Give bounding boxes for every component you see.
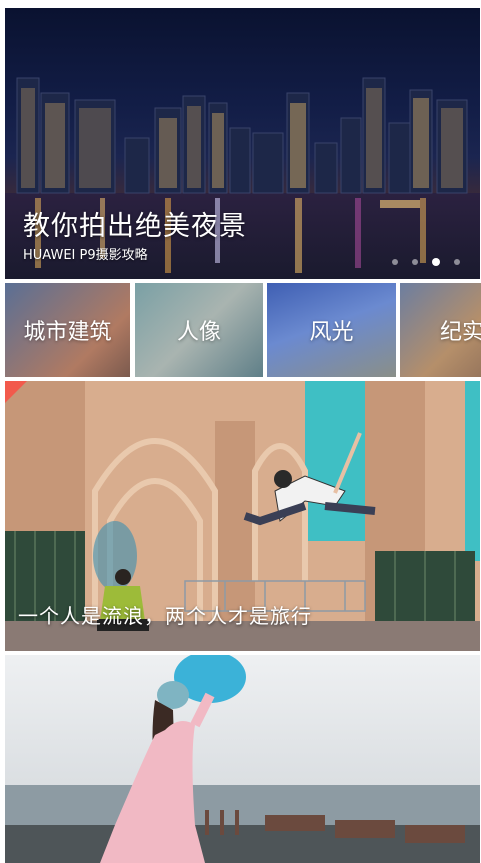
hot-badge	[5, 381, 27, 403]
carousel-dot[interactable]	[454, 259, 460, 265]
hero-title: 教你拍出绝美夜景	[23, 211, 247, 242]
seaside-photo	[5, 655, 480, 863]
card-caption: 一个人是流浪，两个人才是旅行	[18, 604, 312, 628]
carousel-dot[interactable]	[392, 259, 398, 265]
hero-banner[interactable]: 教你拍出绝美夜景 HUAWEI P9摄影攻略	[5, 8, 480, 279]
category-strip: 城市建筑 人像 风光 纪实	[5, 283, 481, 377]
category-label: 纪实	[440, 320, 481, 345]
category-city-architecture[interactable]: 城市建筑	[5, 283, 130, 377]
category-label: 城市建筑	[23, 320, 112, 345]
category-landscape[interactable]: 风光	[267, 283, 396, 377]
featured-card[interactable]	[5, 655, 480, 863]
category-portrait[interactable]: 人像	[135, 283, 263, 377]
carousel-dot-active[interactable]	[432, 258, 440, 266]
category-label: 风光	[309, 320, 354, 345]
hero-subtitle: HUAWEI P9摄影攻略	[23, 248, 148, 263]
carousel-dot[interactable]	[412, 259, 418, 265]
category-documentary[interactable]: 纪实	[400, 283, 481, 377]
category-label: 人像	[176, 320, 221, 345]
carousel-indicator	[392, 258, 460, 266]
